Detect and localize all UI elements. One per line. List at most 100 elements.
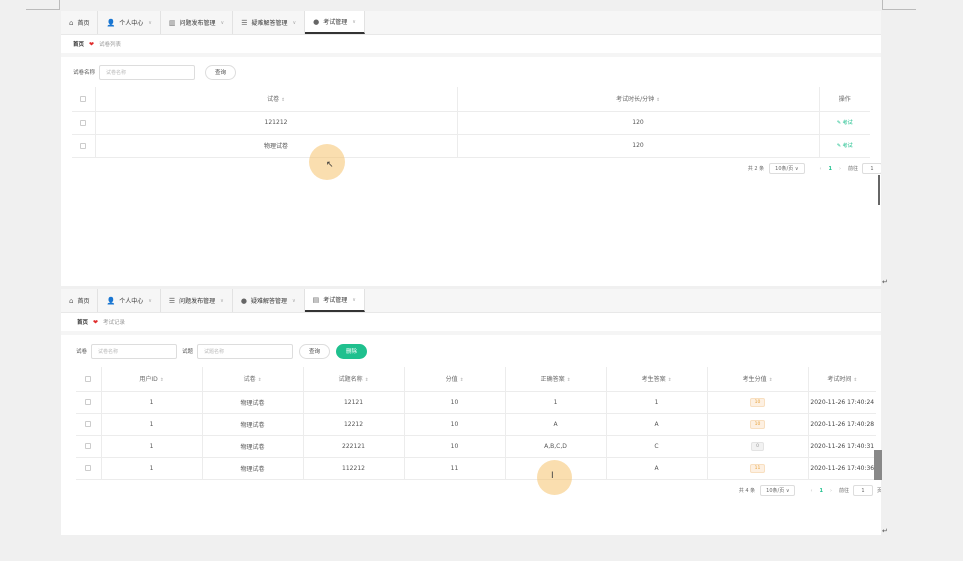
- home-icon: ⌂: [69, 18, 74, 27]
- chevron-down-icon: ∨: [794, 165, 799, 172]
- col-label: 考生分值: [742, 376, 767, 384]
- page-size-select[interactable]: 10条/页 ∨: [769, 163, 805, 174]
- cell-exam-time: 2020-11-26 17:40:24: [808, 391, 876, 414]
- col-duration[interactable]: 考试时长/分钟 ⇕: [457, 87, 820, 112]
- select-all-checkbox[interactable]: [76, 367, 102, 392]
- tab-personal-center[interactable]: 👤 个人中心 ∨: [98, 11, 161, 34]
- tab-question-publish[interactable]: ☰ 问题发布管理 ∨: [161, 289, 233, 312]
- table-row: 1 物理试卷 12121 10 1 1 10 2020-11-26 17:40:24: [76, 391, 876, 414]
- row-checkbox[interactable]: [72, 134, 96, 158]
- select-all-checkbox[interactable]: [72, 87, 96, 112]
- cell-user-id: 1: [101, 435, 203, 458]
- goto-input[interactable]: 1: [852, 485, 873, 496]
- action-label: 考试: [842, 120, 853, 126]
- col-student-score[interactable]: 考生分值 ⇕: [707, 367, 809, 392]
- tab-qa-manage[interactable]: ● 疑难解答管理 ∨: [233, 289, 305, 312]
- chevron-down-icon: ∨: [148, 297, 152, 304]
- cell-student-answer: A: [606, 457, 708, 480]
- col-question[interactable]: 试题名称 ⇕: [303, 367, 405, 392]
- cell-student-answer: 1: [606, 391, 708, 414]
- breadcrumb-home[interactable]: 首页: [73, 40, 84, 48]
- col-paper[interactable]: 试卷 ⇕: [202, 367, 304, 392]
- pagination: 共 4 条 10条/页 ∨ ‹ 1 › 前往 1 页: [76, 480, 881, 502]
- query-button[interactable]: 查询: [205, 64, 237, 80]
- sort-icon: ⇕: [566, 378, 571, 384]
- col-label: 试卷: [267, 96, 280, 104]
- cell-score: 11: [404, 457, 506, 480]
- tab-home[interactable]: ⌂ 首页: [61, 11, 99, 34]
- score-badge: 10: [749, 419, 766, 429]
- page-number[interactable]: 1: [829, 166, 832, 172]
- row-checkbox[interactable]: [76, 391, 102, 414]
- table-header: 用户ID ⇕ 试卷 ⇕ 试题名称 ⇕ 分值 ⇕ 正确答案 ⇕ 考生答案 ⇕ 考生分值 ⇕ 考试…: [76, 367, 876, 392]
- col-paper[interactable]: 试卷 ⇕: [95, 87, 458, 112]
- breadcrumb: 首页 ❤ 考试记录: [61, 313, 881, 335]
- score-badge: 0: [751, 441, 764, 451]
- col-user-id[interactable]: 用户ID ⇕: [101, 367, 203, 392]
- tab-personal-center[interactable]: 👤 个人中心 ∨: [98, 289, 161, 312]
- cell-question: 12212: [303, 413, 405, 436]
- cell-exam-time: 2020-11-26 17:40:31: [808, 435, 876, 458]
- paper-name-input[interactable]: 试卷名称: [99, 64, 196, 80]
- cell-question: 12121: [303, 391, 405, 414]
- scrollbar[interactable]: [874, 450, 882, 480]
- exam-button[interactable]: ✎ 考试: [819, 134, 870, 158]
- next-page-icon[interactable]: ›: [839, 166, 841, 172]
- col-label: 考试时间: [827, 376, 852, 384]
- col-student-answer[interactable]: 考生答案 ⇕: [606, 367, 708, 392]
- cell-user-id: 1: [101, 413, 203, 436]
- corner-mark-left: [26, 0, 60, 10]
- placeholder: 试题名称: [204, 348, 225, 355]
- col-exam-time[interactable]: 考试时间 ⇕: [808, 367, 876, 392]
- cell-paper: 121212: [95, 111, 458, 135]
- cell-correct-answer: A: [505, 413, 607, 436]
- home-icon: ⌂: [69, 296, 74, 305]
- goto-input[interactable]: 1: [862, 163, 881, 174]
- clipboard-icon: ▤: [312, 295, 320, 304]
- exam-paper-list-panel: ⌂ 首页 👤 个人中心 ∨ ▥ 问题发布管理 ∨ ☰ 疑难解答管理 ∨ ● 考试管理 ∨ 首页 ❤…: [61, 11, 881, 286]
- cell-score: 10: [404, 413, 506, 436]
- cell-student-answer: A: [606, 413, 708, 436]
- tab-question-publish[interactable]: ▥ 问题发布管理 ∨: [161, 11, 234, 34]
- tab-exam-manage[interactable]: ▤ 考试管理 ∨: [304, 289, 365, 312]
- sort-icon: ⇕: [364, 378, 369, 384]
- chevron-down-icon: ∨: [352, 18, 356, 25]
- row-checkbox[interactable]: [76, 457, 102, 480]
- row-checkbox[interactable]: [76, 435, 102, 458]
- breadcrumb-home[interactable]: 首页: [77, 318, 88, 326]
- cell-question: 222121: [303, 435, 405, 458]
- text-cursor-icon: I: [551, 471, 554, 481]
- goto-value: 1: [861, 487, 865, 494]
- tab-qa-manage[interactable]: ☰ 疑难解答管理 ∨: [233, 11, 306, 34]
- button-label: 删除: [346, 349, 358, 355]
- tab-home[interactable]: ⌂ 首页: [61, 289, 99, 312]
- row-checkbox[interactable]: [76, 413, 102, 436]
- tab-label: 首页: [77, 20, 90, 27]
- tab-exam-manage[interactable]: ● 考试管理 ∨: [305, 11, 365, 34]
- tab-label: 个人中心: [119, 298, 144, 305]
- table-row: 物理试卷 120 ✎ 考试: [72, 134, 870, 158]
- delete-button[interactable]: 删除: [336, 343, 368, 359]
- exam-button[interactable]: ✎ 考试: [819, 111, 870, 135]
- cell-student-score: 10: [707, 413, 809, 436]
- next-page-icon[interactable]: ›: [830, 488, 832, 494]
- prev-page-icon[interactable]: ‹: [810, 488, 812, 494]
- heart-icon: ❤: [89, 40, 95, 48]
- table-row: 1 物理试卷 12212 10 A A 10 2020-11-26 17:40:28: [76, 413, 876, 436]
- return-mark-icon: ↵: [882, 278, 888, 286]
- table-row: 1 物理试卷 112212 11 A 11 2020-11-26 17:40:36: [76, 457, 876, 480]
- cell-student-answer: C: [606, 435, 708, 458]
- paper-name-input[interactable]: 试卷名称: [91, 343, 178, 359]
- page-size-select[interactable]: 10条/页 ∨: [760, 485, 796, 496]
- question-search-label: 试题: [182, 349, 194, 355]
- page-number[interactable]: 1: [819, 488, 822, 494]
- question-name-input[interactable]: 试题名称: [197, 343, 294, 359]
- col-correct-answer[interactable]: 正确答案 ⇕: [505, 367, 607, 392]
- col-score[interactable]: 分值 ⇕: [404, 367, 506, 392]
- bulb-icon: ●: [240, 296, 247, 305]
- query-button[interactable]: 查询: [299, 343, 331, 359]
- scrollbar[interactable]: [878, 175, 880, 205]
- prev-page-icon[interactable]: ‹: [820, 166, 822, 172]
- row-checkbox[interactable]: [72, 111, 96, 135]
- return-mark-icon: ↵: [882, 527, 888, 535]
